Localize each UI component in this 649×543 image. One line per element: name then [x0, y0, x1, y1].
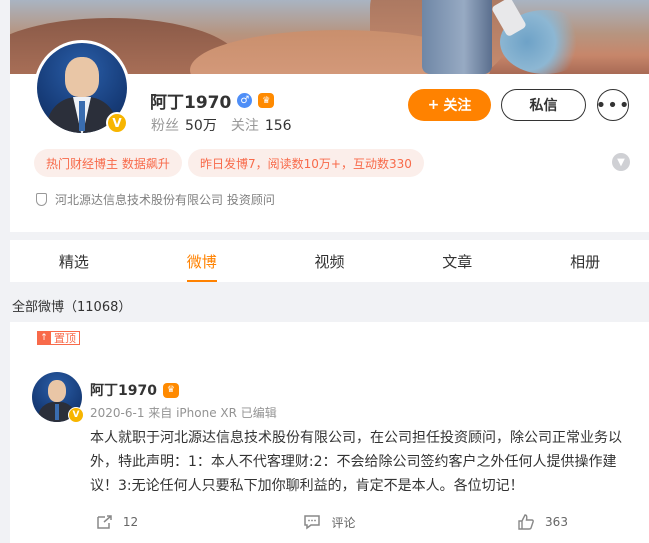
post-actions: 12 评论 363 [10, 510, 649, 534]
profile-card: V 阿丁1970 ♂ ♛ 粉丝 50万 关注 156 + 关注 私信 ••• 热门财… [10, 0, 649, 232]
profile-tabs: 精选 微博 视频 文章 相册 [10, 240, 649, 282]
plus-icon: + [427, 97, 440, 113]
follow-button-label: 关注 [443, 98, 472, 114]
shield-icon [36, 193, 47, 206]
repost-icon [97, 515, 112, 529]
tab-weibo[interactable]: 微博 [138, 240, 266, 282]
like-count: 363 [545, 515, 568, 529]
post-author[interactable]: 阿丁1970 [90, 380, 157, 400]
tab-album[interactable]: 相册 [521, 240, 649, 282]
pin-icon: ↑ [37, 331, 51, 345]
pinned-post: ↑ 置顶 V 阿丁1970 ♛ 2020-6-1 来自 iPhone XR 已编… [10, 322, 649, 543]
fans-label: 粉丝 [151, 118, 179, 134]
follow-button[interactable]: + 关注 [408, 89, 491, 121]
thumbs-up-icon [518, 514, 534, 530]
company-text: 河北源达信息技术股份有限公司 投资顾问 [55, 193, 275, 207]
following-value: 156 [264, 118, 292, 134]
fans-stat[interactable]: 粉丝 50万 [151, 115, 217, 135]
company-info: 河北源达信息技术股份有限公司 投资顾问 [36, 191, 275, 208]
like-button[interactable]: 363 [436, 510, 649, 534]
comment-label: 评论 [331, 515, 356, 530]
pin-label: 置顶 [51, 331, 80, 345]
tab-articles[interactable]: 文章 [393, 240, 521, 282]
activity-tag[interactable]: 昨日发博7，阅读数10万+，互动数330 [188, 149, 424, 177]
chevron-down-icon[interactable]: ▼ [612, 153, 630, 171]
post-meta: 2020-6-1 来自 iPhone XR 已编辑 [90, 406, 277, 420]
repost-count: 12 [122, 515, 139, 529]
post-author-row: 阿丁1970 ♛ [90, 380, 179, 400]
verified-badge-icon: V [68, 407, 84, 423]
following-label: 关注 [230, 118, 259, 134]
repost-button[interactable]: 12 [10, 510, 223, 534]
pinned-badge: ↑ 置顶 [37, 331, 80, 345]
following-stat[interactable]: 关注 156 [231, 115, 292, 135]
profile-name-row: 阿丁1970 ♂ ♛ [150, 88, 275, 113]
crown-icon[interactable]: ♛ [258, 93, 275, 108]
tab-featured[interactable]: 精选 [10, 240, 138, 282]
tab-video[interactable]: 视频 [266, 240, 394, 282]
weibo-count: 全部微博（11068） [12, 300, 132, 315]
fans-value: 50万 [185, 118, 217, 134]
verified-badge-icon: V [106, 112, 128, 134]
post-text: 本人就职于河北源达信息技术股份有限公司，在公司担任投资顾问，除公司正常业务以外，… [90, 430, 622, 494]
crown-icon[interactable]: ♛ [162, 382, 179, 398]
comment-button[interactable]: 评论 [223, 510, 436, 534]
message-button[interactable]: 私信 [501, 89, 586, 121]
profile-stats: 粉丝 50万 关注 156 [151, 115, 292, 135]
more-options-button[interactable]: ••• [596, 89, 629, 121]
hot-blogger-tag[interactable]: 热门财经博主 数据飙升 [34, 149, 182, 177]
profile-name: 阿丁1970 [150, 93, 232, 113]
male-icon: ♂ [237, 93, 253, 108]
comment-icon [304, 515, 321, 530]
